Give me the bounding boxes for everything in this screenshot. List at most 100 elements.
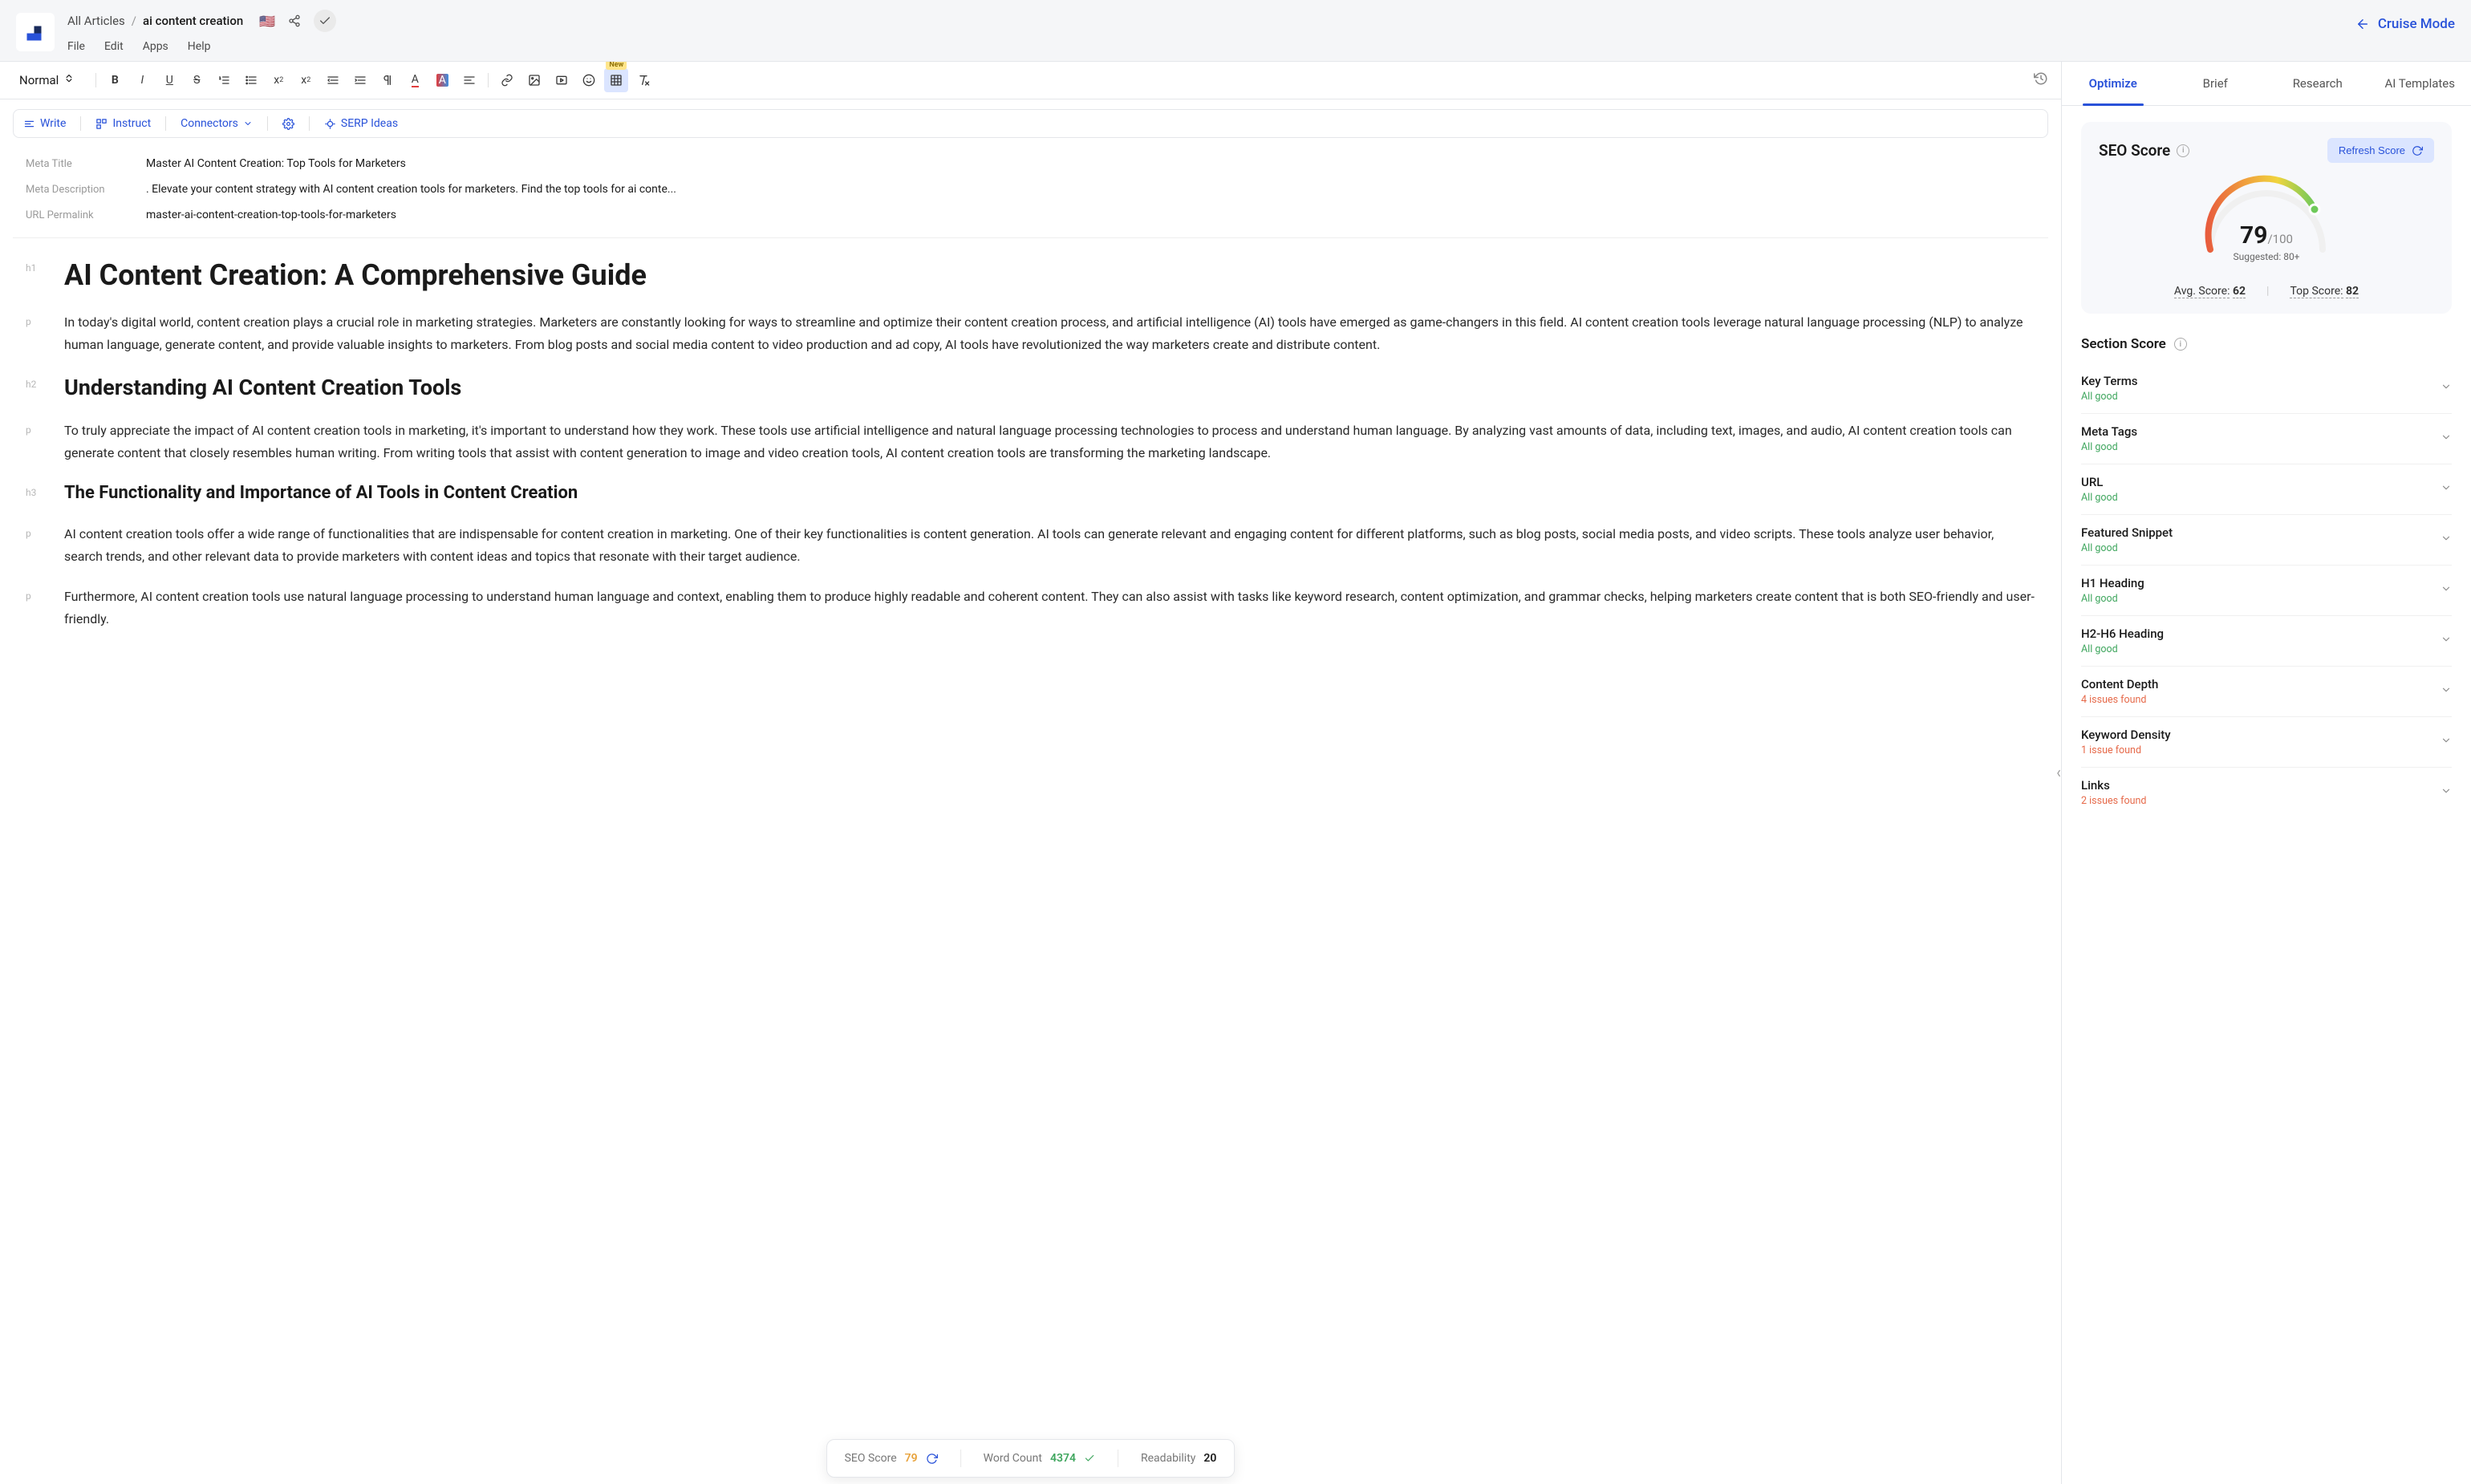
readability-label: Readability <box>1141 1452 1195 1465</box>
text-color-button[interactable]: A <box>403 68 427 92</box>
ordered-list-button[interactable] <box>212 68 236 92</box>
section-status: 1 issue found <box>2081 744 2171 756</box>
breadcrumb-root[interactable]: All Articles <box>67 14 125 28</box>
unordered-list-button[interactable] <box>239 68 263 92</box>
ai-action-bar: Write Instruct Connectors <box>13 109 2048 138</box>
connectors-action[interactable]: Connectors <box>181 117 253 130</box>
bold-button[interactable]: B <box>103 68 127 92</box>
url-permalink-value[interactable]: master-ai-content-creation-top-tools-for… <box>146 209 396 221</box>
top-score-value: 82 <box>2346 285 2359 298</box>
breadcrumb: All Articles / ai content creation 🇺🇸 <box>67 10 336 32</box>
section-score-title: Section Score <box>2081 336 2166 352</box>
seo-score-card: SEO Score i Refresh Score <box>2081 122 2452 314</box>
heading-1[interactable]: AI Content Creation: A Comprehensive Gui… <box>64 257 647 294</box>
word-count-value: 4374 <box>1050 1452 1076 1465</box>
gutter-tag: p <box>26 586 45 630</box>
serp-ideas-action[interactable]: SERP Ideas <box>324 117 398 130</box>
paragraph[interactable]: In today's digital world, content creati… <box>64 311 2035 356</box>
menu-help[interactable]: Help <box>188 40 211 53</box>
readability-value: 20 <box>1203 1452 1216 1465</box>
chevron-down-icon <box>2441 735 2452 749</box>
strikethrough-button[interactable]: S <box>185 68 209 92</box>
instruct-action[interactable]: Instruct <box>95 117 151 130</box>
tab-brief[interactable]: Brief <box>2165 62 2267 105</box>
chevron-down-icon <box>2441 432 2452 446</box>
status-bar: SEO Score 79 Word Count 4374 Readability… <box>826 1439 1236 1478</box>
settings-action[interactable] <box>282 118 294 130</box>
menu-edit[interactable]: Edit <box>104 40 124 53</box>
highlight-color-button[interactable]: A <box>430 68 454 92</box>
subscript-button[interactable]: x2 <box>266 68 290 92</box>
section-name: Keyword Density <box>2081 728 2171 742</box>
section-name: H2-H6 Heading <box>2081 626 2164 641</box>
document-editor[interactable]: h1 AI Content Creation: A Comprehensive … <box>0 238 2061 1484</box>
image-button[interactable] <box>522 68 546 92</box>
column-resize-handle[interactable] <box>2055 765 2062 781</box>
section-item[interactable]: Keyword Density 1 issue found <box>2081 717 2452 768</box>
indent-button[interactable] <box>348 68 372 92</box>
locale-flag-icon[interactable]: 🇺🇸 <box>259 14 275 29</box>
paragraph-direction-button[interactable] <box>375 68 400 92</box>
share-icon[interactable] <box>283 10 306 32</box>
align-button[interactable] <box>457 68 481 92</box>
tab-ai-templates[interactable]: AI Templates <box>2369 62 2471 105</box>
chevron-down-icon <box>2441 533 2452 547</box>
meta-description-label: Meta Description <box>26 184 114 196</box>
paragraph[interactable]: To truly appreciate the impact of AI con… <box>64 420 2035 464</box>
section-name: Content Depth <box>2081 677 2158 691</box>
section-item[interactable]: H2-H6 Heading All good <box>2081 616 2452 667</box>
heading-2[interactable]: Understanding AI Content Creation Tools <box>64 374 461 402</box>
top-score-label: Top Score: <box>2290 285 2343 298</box>
gauge-suggested: Suggested: 80+ <box>2233 251 2299 262</box>
table-button[interactable]: New <box>604 68 628 92</box>
write-action[interactable]: Write <box>23 117 66 130</box>
section-item[interactable]: Key Terms All good <box>2081 363 2452 414</box>
tab-research[interactable]: Research <box>2266 62 2369 105</box>
section-status: All good <box>2081 391 2138 403</box>
outdent-button[interactable] <box>321 68 345 92</box>
block-format-select[interactable]: Normal <box>13 70 81 91</box>
clear-format-button[interactable] <box>631 68 655 92</box>
cruise-mode-label: Cruise Mode <box>2378 16 2455 32</box>
video-button[interactable] <box>550 68 574 92</box>
section-item[interactable]: Meta Tags All good <box>2081 414 2452 464</box>
breadcrumb-current: ai content creation <box>143 14 243 28</box>
heading-3[interactable]: The Functionality and Importance of AI T… <box>64 482 578 505</box>
section-item[interactable]: Featured Snippet All good <box>2081 515 2452 566</box>
menu-file[interactable]: File <box>67 40 85 53</box>
logo[interactable] <box>16 13 55 51</box>
meta-fields: Meta Title Master AI Content Creation: T… <box>13 148 2048 238</box>
section-item[interactable]: Links 2 issues found <box>2081 768 2452 817</box>
cruise-mode-button[interactable]: Cruise Mode <box>2355 10 2455 32</box>
section-item[interactable]: Content Depth 4 issues found <box>2081 667 2452 717</box>
section-name: H1 Heading <box>2081 576 2144 590</box>
section-list: Key Terms All good Meta Tags All good UR… <box>2081 363 2452 817</box>
menu-apps[interactable]: Apps <box>143 40 168 53</box>
section-status: All good <box>2081 492 2118 504</box>
paragraph[interactable]: AI content creation tools offer a wide r… <box>64 523 2035 568</box>
emoji-button[interactable] <box>577 68 601 92</box>
seo-score-value: 79 <box>905 1452 918 1465</box>
side-tabs: Optimize Brief Research AI Templates <box>2062 62 2471 106</box>
refresh-score-button[interactable]: Refresh Score <box>2327 138 2434 163</box>
meta-description-value[interactable]: . Elevate your content strategy with AI … <box>146 183 676 196</box>
link-button[interactable] <box>495 68 519 92</box>
meta-title-value[interactable]: Master AI Content Creation: Top Tools fo… <box>146 157 406 170</box>
underline-button[interactable]: U <box>157 68 181 92</box>
paragraph[interactable]: Furthermore, AI content creation tools u… <box>64 586 2035 630</box>
italic-button[interactable]: I <box>130 68 154 92</box>
section-item[interactable]: URL All good <box>2081 464 2452 515</box>
instruct-label: Instruct <box>112 117 151 130</box>
history-button[interactable] <box>2034 71 2048 89</box>
tab-optimize[interactable]: Optimize <box>2062 62 2165 105</box>
gutter-tag: p <box>26 523 45 568</box>
refresh-icon[interactable] <box>926 1453 938 1465</box>
section-status: All good <box>2081 441 2137 453</box>
info-icon[interactable]: i <box>2177 144 2189 157</box>
info-icon[interactable]: i <box>2174 338 2187 351</box>
superscript-button[interactable]: x2 <box>294 68 318 92</box>
format-toolbar: Normal B I U S x2 x2 A A <box>0 62 2061 99</box>
saved-check-icon[interactable] <box>314 10 336 32</box>
gutter-tag: h2 <box>26 374 45 402</box>
section-item[interactable]: H1 Heading All good <box>2081 566 2452 616</box>
